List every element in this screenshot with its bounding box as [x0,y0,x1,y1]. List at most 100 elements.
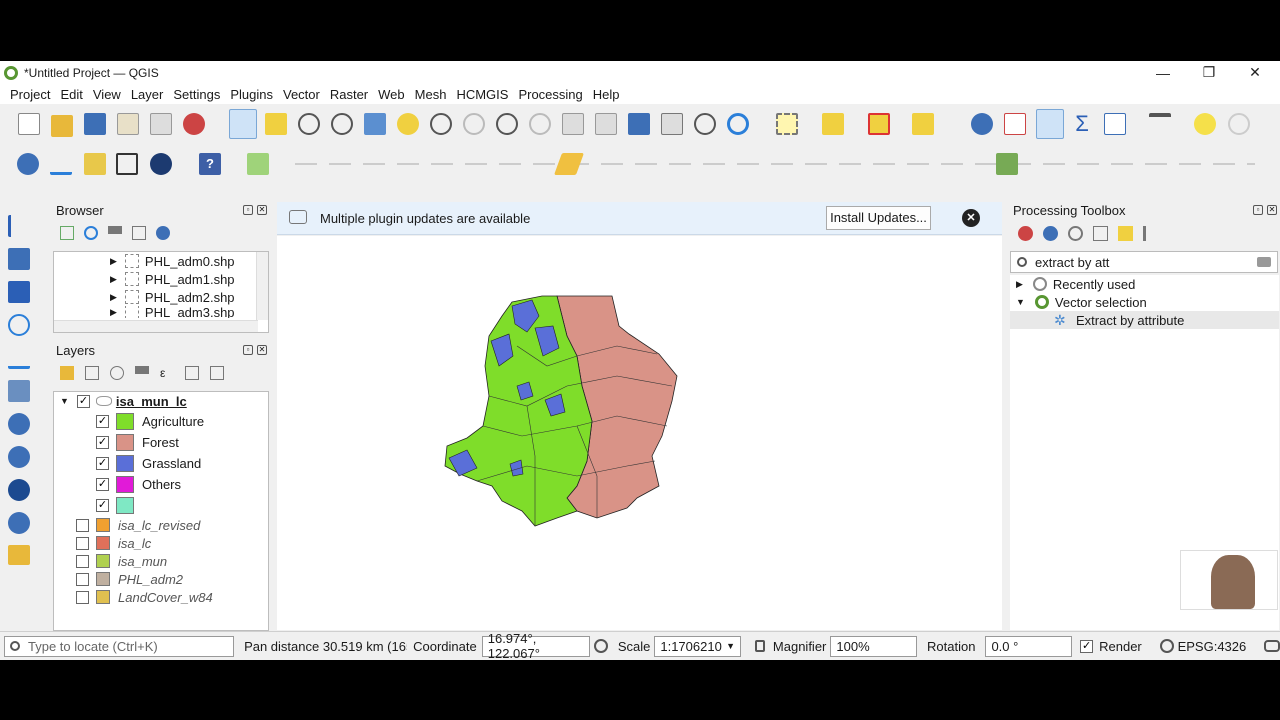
menu-processing[interactable]: Processing [513,87,587,102]
collapse-all-layers-icon[interactable] [210,366,224,380]
menu-project[interactable]: Project [5,87,55,102]
select-features-icon[interactable] [776,113,798,135]
zoom-to-layer-icon[interactable] [430,113,452,135]
show-annotation-icon[interactable] [1228,113,1250,135]
results-viewer-icon[interactable] [1093,226,1108,241]
add-xyz-icon[interactable] [8,512,30,534]
layer-row[interactable]: LandCover_w84 [76,588,213,606]
class-checkbox[interactable]: ✓ [96,477,109,491]
properties-icon[interactable] [156,226,170,240]
new-map-view-icon[interactable] [562,113,584,135]
select-by-location-icon[interactable] [912,113,934,135]
browser-hscrollbar[interactable] [54,320,258,332]
tree-node-recently-used[interactable]: ▶ Recently used [1016,275,1135,293]
temporal-controller-icon[interactable] [694,113,716,135]
rotation-spinbox[interactable]: 0.0 ° [985,635,1073,657]
browser-item[interactable]: ▶ PHL_adm3.shp [110,306,235,318]
layer-visibility-checkbox[interactable] [76,572,89,586]
tool-extract-by-attribute[interactable]: ✲ Extract by attribute [1010,311,1279,329]
locator-search-field[interactable]: Type to locate (Ctrl+K) [4,635,235,657]
scale-combobox[interactable]: 1:1706210 ▼ [654,635,742,657]
class-checkbox[interactable]: ✓ [96,456,109,470]
browser-item[interactable]: ▶ PHL_adm1.shp [110,270,235,288]
menu-layer[interactable]: Layer [126,87,169,102]
zoom-in-icon[interactable] [298,113,320,135]
menu-hcmgis[interactable]: HCMGIS [451,87,513,102]
add-vector-layer-icon[interactable] [8,215,30,237]
zoom-to-selection-icon[interactable] [397,113,419,135]
layout-manager-icon[interactable] [150,113,172,135]
select-by-value-icon[interactable] [822,113,844,135]
globe-plugin-icon[interactable] [150,153,172,175]
dismiss-notice-icon[interactable]: ✕ [962,209,980,227]
open-attribute-table-icon[interactable] [1004,113,1026,135]
close-window-button[interactable]: ✕ [1232,61,1278,84]
graph-tool-icon[interactable] [116,153,138,175]
layer-visibility-checkbox[interactable] [76,536,89,550]
menu-view[interactable]: View [88,87,126,102]
options-icon[interactable] [1143,226,1158,241]
open-project-icon[interactable] [51,115,73,137]
layer-row[interactable]: isa_lc_revised [76,516,200,534]
filter-expression-icon[interactable]: ε [160,366,174,380]
add-delimited-text-icon[interactable] [8,314,30,336]
add-virtual-layer-icon[interactable] [8,545,30,565]
float-toolbox-icon[interactable]: ▫ [1253,205,1263,215]
legend-class-row[interactable]: ✓ Forest [96,433,179,451]
processing-toolbox-icon[interactable] [1036,109,1064,139]
map-tips-icon[interactable] [1194,113,1216,135]
menu-web[interactable]: Web [373,87,410,102]
toolbox-search-field[interactable]: extract by att [1010,251,1278,273]
browser-item[interactable]: ▶ PHL_adm2.shp [110,288,235,306]
models-icon[interactable] [1018,226,1033,241]
zoom-last-icon[interactable] [496,113,518,135]
toggle-extents-icon[interactable] [594,639,608,653]
statistical-summary-icon[interactable]: Σ [1071,113,1093,135]
add-spatialite-icon[interactable] [8,347,30,369]
close-browser-icon[interactable]: ✕ [257,205,267,215]
measure-line-icon[interactable] [1149,113,1171,135]
render-checkbox[interactable]: ✓ [1080,639,1094,653]
messages-icon[interactable] [1264,640,1280,652]
menu-mesh[interactable]: Mesh [410,87,452,102]
float-layers-icon[interactable]: ▫ [243,345,253,355]
collapse-arrow-icon[interactable]: ▼ [60,396,69,406]
pan-to-selection-icon[interactable] [265,113,287,135]
zoom-native-icon[interactable] [463,113,485,135]
tree-node-vector-selection[interactable]: ▼ Vector selection [1016,293,1147,311]
zoom-next-icon[interactable] [529,113,551,135]
layer-visibility-checkbox[interactable] [76,554,89,568]
plugin-reloader-icon[interactable] [247,153,269,175]
browser-vscrollbar[interactable] [256,252,268,320]
legend-class-row[interactable]: ✓ Grassland [96,454,201,472]
collapse-all-icon[interactable] [132,226,146,240]
layer-group-row[interactable]: ▼ ✓ isa_mun_lc [60,392,187,410]
georeferencer-icon[interactable] [50,153,72,175]
deselect-features-icon[interactable] [868,113,890,135]
identify-features-icon[interactable] [971,113,993,135]
add-wms-icon[interactable] [8,413,30,435]
add-selected-layers-icon[interactable] [60,226,74,240]
close-toolbox-icon[interactable]: ✕ [1267,205,1277,215]
magnifier-spinbox[interactable]: 100% [830,635,918,657]
new-print-layout-icon[interactable] [117,113,139,135]
expand-all-icon[interactable] [185,366,199,380]
new-project-icon[interactable] [18,113,40,135]
class-checkbox[interactable]: ✓ [96,498,109,512]
menu-plugins[interactable]: Plugins [225,87,278,102]
add-mesh-layer-icon[interactable] [8,281,30,303]
add-arcgis-icon[interactable] [8,479,30,501]
class-checkbox[interactable]: ✓ [96,435,109,449]
edit-features-in-place-icon[interactable] [1118,226,1133,241]
filter-legend-icon[interactable] [135,366,149,380]
float-browser-icon[interactable]: ▫ [243,205,253,215]
history-icon[interactable] [1068,226,1083,241]
python-console-icon[interactable] [17,153,39,175]
refresh-icon[interactable] [727,113,749,135]
refresh-browser-icon[interactable] [84,226,98,240]
class-checkbox[interactable]: ✓ [96,414,109,428]
layer-visibility-checkbox[interactable] [76,590,89,604]
save-project-icon[interactable] [84,113,106,135]
restore-button[interactable]: ❐ [1186,61,1232,84]
open-field-calculator-icon[interactable] [1104,113,1126,135]
